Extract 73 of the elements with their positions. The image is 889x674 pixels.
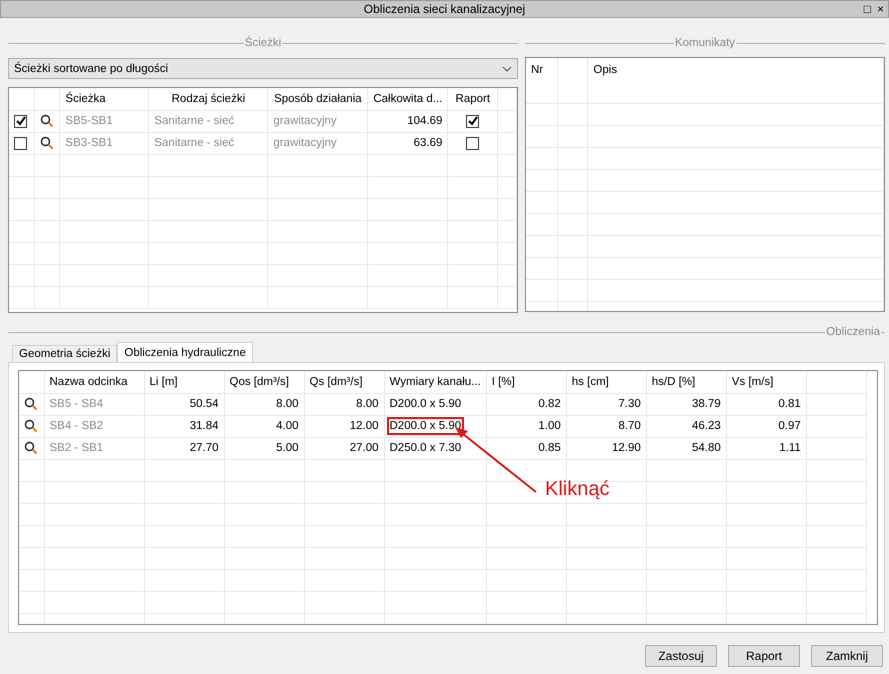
table-cell: 27.70 [144, 437, 224, 459]
group-title: Obliczenia [826, 326, 880, 338]
column-header[interactable]: Wymiary kanału... [384, 371, 486, 393]
table-cell: Sanitarne - sieć [148, 132, 268, 154]
column-header[interactable]: Qos [dm³/s] [224, 371, 304, 393]
table-cell: grawitacyjny [268, 110, 368, 132]
table-cell: SB3-SB1 [60, 132, 149, 154]
magnifier-icon[interactable] [24, 441, 38, 455]
table-cell: grawitacyjny [268, 132, 368, 154]
table-cell: D200.0 x 5.90 [384, 393, 486, 415]
table-cell: 0.97 [726, 415, 806, 437]
table-cell: 12.90 [566, 437, 646, 459]
table-cell: 8.00 [304, 393, 384, 415]
table-cell: 8.70 [566, 415, 646, 437]
tab[interactable]: Geometria ścieżki [12, 345, 118, 362]
checkbox[interactable] [14, 114, 27, 128]
table-cell: 50.54 [144, 393, 224, 415]
checkbox[interactable] [466, 114, 480, 128]
column-header[interactable]: Sposób działania [268, 88, 368, 110]
dialog-button[interactable]: Raport [728, 645, 800, 667]
column-header[interactable]: hs [cm] [566, 371, 646, 393]
table-cell: 31.84 [144, 415, 224, 437]
column-header[interactable]: I [%] [486, 371, 566, 393]
table-cell: 8.00 [224, 393, 304, 415]
table-cell: 54.80 [646, 437, 726, 459]
dialog-button[interactable]: Zastosuj [645, 645, 717, 667]
table-cell: 38.79 [646, 393, 726, 415]
table-cell: SB5 - SB4 [44, 393, 144, 415]
table-cell: 104.69 [368, 110, 448, 132]
table-cell: 5.00 [224, 437, 304, 459]
close-button[interactable]: × [876, 1, 884, 17]
group-title: Komunikaty [674, 37, 736, 49]
tab[interactable]: Obliczenia hydrauliczne [117, 342, 253, 362]
magnifier-icon[interactable] [24, 419, 38, 433]
checkbox[interactable] [14, 136, 27, 150]
column-header[interactable]: Całkowita d... [368, 88, 448, 110]
maximize-button[interactable]: □ [864, 1, 871, 17]
table-cell: SB5-SB1 [60, 110, 149, 132]
dialog-button[interactable]: Zamknij [811, 645, 883, 667]
table-cell: SB4 - SB2 [44, 415, 144, 437]
table-cell: 63.69 [368, 132, 448, 154]
chevron-icon [502, 66, 512, 72]
column-header[interactable]: Li [m] [144, 371, 224, 393]
column-header[interactable]: Opis [588, 58, 884, 103]
table-cell: 7.30 [566, 393, 646, 415]
table-cell: 4.00 [224, 415, 304, 437]
table-cell: 12.00 [304, 415, 384, 437]
table-cell: 46.23 [646, 415, 726, 437]
column-header[interactable]: Qs [dm³/s] [304, 371, 384, 393]
table-cell: 0.82 [486, 393, 566, 415]
table-cell: 0.81 [726, 393, 806, 415]
column-header[interactable]: Vs [m/s] [726, 371, 806, 393]
table-cell: D250.0 x 7.30 [384, 437, 486, 459]
annotation-text: Kliknąć [545, 478, 610, 501]
magnifier-icon[interactable] [40, 114, 54, 128]
table-cell: Sanitarne - sieć [148, 110, 268, 132]
window-title: Obliczenia sieci kanalizacyjnej [364, 2, 526, 16]
column-header[interactable]: Ścieżka [60, 88, 149, 110]
column-header[interactable]: Nr [526, 58, 558, 103]
group-title: Ścieżki [244, 37, 282, 49]
table-cell: 27.00 [304, 437, 384, 459]
table-cell: 1.00 [486, 415, 566, 437]
column-header[interactable]: hs/D [%] [646, 371, 726, 393]
magnifier-icon[interactable] [24, 397, 38, 411]
table-cell: 0.85 [486, 437, 566, 459]
column-header[interactable]: Rodzaj ścieżki [148, 88, 268, 110]
magnifier-icon[interactable] [40, 136, 54, 150]
table-cell: SB2 - SB1 [44, 437, 144, 459]
sort-dropdown[interactable]: Ścieżki sortowane po długości [8, 58, 518, 79]
table-cell: 1.11 [726, 437, 806, 459]
column-header[interactable]: Raport [448, 88, 498, 110]
checkbox[interactable] [466, 136, 480, 150]
column-header[interactable]: Nazwa odcinka [44, 371, 144, 393]
